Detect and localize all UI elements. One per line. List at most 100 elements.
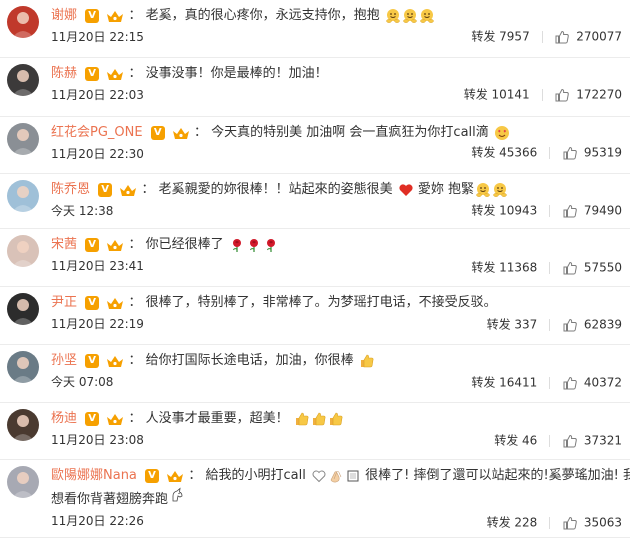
like-count[interactable]: 79490 [584, 204, 622, 218]
comment-username[interactable]: 陈乔恩 [51, 182, 90, 197]
colon-separator: ： [128, 411, 142, 426]
stats-divider [549, 516, 551, 529]
colon-separator: ： [194, 125, 208, 140]
like-count[interactable]: 172270 [576, 88, 622, 102]
comment-text-continued: 愛妳 抱緊 [417, 182, 475, 197]
repost-button[interactable]: 转发 45366 [471, 146, 537, 160]
comment-text-line: 想看你背著翅膀奔跑 [51, 487, 624, 510]
thumbs-up-icon[interactable] [562, 317, 578, 333]
comment-username[interactable]: 孙坚 [51, 353, 77, 368]
thumbs-up-icon[interactable] [562, 203, 578, 219]
repost-button[interactable]: 转发 337 [487, 318, 538, 332]
comment-stats: 转发 337 62839 [487, 316, 622, 333]
crown-badge-icon [106, 67, 124, 82]
verified-v-icon: V [85, 296, 100, 310]
thumbs-up-icon[interactable] [554, 87, 570, 103]
avatar[interactable] [7, 64, 39, 96]
repost-button[interactable]: 转发 10141 [464, 88, 530, 102]
avatar[interactable] [7, 409, 39, 441]
avatar[interactable] [7, 6, 39, 38]
rose-icon [246, 237, 262, 253]
heart-outline-icon [311, 468, 327, 484]
hug-icon [385, 8, 401, 24]
avatar[interactable] [7, 180, 39, 212]
verified-v-icon: V [98, 183, 113, 197]
repost-button[interactable]: 转发 10943 [471, 204, 537, 218]
heart-icon [398, 182, 414, 198]
comment-time: 11月20日 23:41 [51, 259, 144, 273]
comment-time: 11月20日 22:19 [51, 317, 144, 331]
comment-header-line: 陈乔恩 V ： 老奚親愛的妳很棒！！站起來的姿態很美 愛妳 抱緊 [51, 180, 624, 200]
thumbs-up-icon[interactable] [562, 260, 578, 276]
comment-item: 红花会PG_ONE V ： 今天真的特别美 加油啊 会一直疯狂为你打call滴 … [0, 117, 630, 174]
comment-item: 陈乔恩 V ： 老奚親愛的妳很棒！！站起來的姿態很美 愛妳 抱緊 今天 12:3… [0, 174, 630, 229]
thumbs-up-icon[interactable] [562, 515, 578, 531]
crown-badge-icon [166, 469, 184, 484]
comment-text-wrapped: 想看你背著翅膀奔跑 [51, 492, 169, 507]
comment-text: 老奚，真的很心疼你，永远支持你，抱抱 [145, 8, 380, 23]
comment-header-line: 宋茜 V ： 你已经很棒了 [51, 235, 624, 255]
avatar[interactable] [7, 351, 39, 383]
thumbs-up-icon[interactable] [562, 145, 578, 161]
clap-icon [328, 468, 344, 484]
stats-divider [541, 30, 543, 43]
comment-username[interactable]: 红花会PG_ONE [51, 125, 143, 140]
avatar[interactable] [7, 123, 39, 155]
colon-separator: ： [128, 353, 142, 368]
comment-item: 谢娜 V ： 老奚，真的很心疼你，永远支持你，抱抱 11月20日 22:15 转… [0, 0, 630, 58]
comment-username[interactable]: 谢娜 [51, 8, 77, 23]
stats-divider [549, 146, 551, 159]
comment-text-continued: 很棒了! 摔倒了還可以站起來的!奚夢瑤加油! 我還 [365, 468, 630, 483]
like-count[interactable]: 62839 [584, 318, 622, 332]
comment-text: 今天真的特别美 加油啊 会一直疯狂为你打call滴 [211, 125, 489, 140]
like-count[interactable]: 37321 [584, 434, 622, 448]
comment-username[interactable]: 陈赫 [51, 66, 77, 81]
like-count[interactable]: 95319 [584, 146, 622, 160]
thumbs-up-icon[interactable] [554, 29, 570, 45]
avatar[interactable] [7, 235, 39, 267]
avatar[interactable] [7, 466, 39, 498]
comment-time: 11月20日 23:08 [51, 433, 144, 447]
comment-username[interactable]: 歐陽娜娜Nana [51, 468, 137, 483]
comment-header-line: 谢娜 V ： 老奚，真的很心疼你，永远支持你，抱抱 [51, 6, 624, 26]
crown-badge-icon [106, 296, 124, 311]
thumbs-up-icon[interactable] [562, 433, 578, 449]
like-count[interactable]: 35063 [584, 516, 622, 530]
repost-button[interactable]: 转发 16411 [471, 376, 537, 390]
comment-text: 你已经很棒了 [145, 237, 224, 252]
comment-username[interactable]: 宋茜 [51, 237, 77, 252]
repost-button[interactable]: 转发 228 [487, 516, 538, 530]
comment-username[interactable]: 杨迪 [51, 411, 77, 426]
comment-header-line: 歐陽娜娜Nana V ： 給我的小明打call 很棒了! 摔倒了還可以站起來的!… [51, 466, 630, 486]
like-count[interactable]: 57550 [584, 261, 622, 275]
comment-text: 很棒了，特别棒了，非常棒了。为梦瑶打电话，不接受反驳。 [145, 295, 497, 310]
comment-header-line: 陈赫 V ： 没事没事！你是最棒的！加油！ [51, 64, 624, 84]
comment-stats: 转发 10141 172270 [464, 86, 622, 103]
heart-eyes-icon [494, 125, 510, 141]
comment-text: 给你打国际长途电话，加油，你很棒 [145, 353, 354, 368]
thumbs-up-icon [311, 411, 327, 427]
comment-header-line: 孙坚 V ： 给你打国际长途电话，加油，你很棒 [51, 351, 624, 371]
comment-time: 11月20日 22:15 [51, 30, 144, 44]
stats-divider [549, 318, 551, 331]
repost-button[interactable]: 转发 11368 [471, 261, 537, 275]
repost-button[interactable]: 转发 46 [494, 434, 537, 448]
crown-badge-icon [106, 238, 124, 253]
stats-divider [549, 434, 551, 447]
like-count[interactable]: 40372 [584, 376, 622, 390]
comment-time: 今天 12:38 [51, 204, 114, 218]
like-count[interactable]: 270077 [576, 30, 622, 44]
comment-stats: 转发 11368 57550 [471, 259, 622, 276]
repost-button[interactable]: 转发 7957 [471, 30, 529, 44]
comment-username[interactable]: 尹正 [51, 295, 77, 310]
stats-divider [549, 376, 551, 389]
stats-divider [541, 88, 543, 101]
comment-item: 宋茜 V ： 你已经很棒了 11月20日 23:41 转发 11368 5755… [0, 229, 630, 287]
comment-time: 11月20日 22:03 [51, 88, 144, 102]
thumbs-up-icon[interactable] [562, 375, 578, 391]
comment-stats: 转发 46 37321 [494, 432, 622, 449]
comment-header-line: 尹正 V ： 很棒了，特别棒了，非常棒了。为梦瑶打电话，不接受反驳。 [51, 293, 624, 313]
verified-v-icon: V [85, 354, 100, 368]
comment-item: 陈赫 V ： 没事没事！你是最棒的！加油！ 11月20日 22:03 转发 10… [0, 58, 630, 117]
avatar[interactable] [7, 293, 39, 325]
